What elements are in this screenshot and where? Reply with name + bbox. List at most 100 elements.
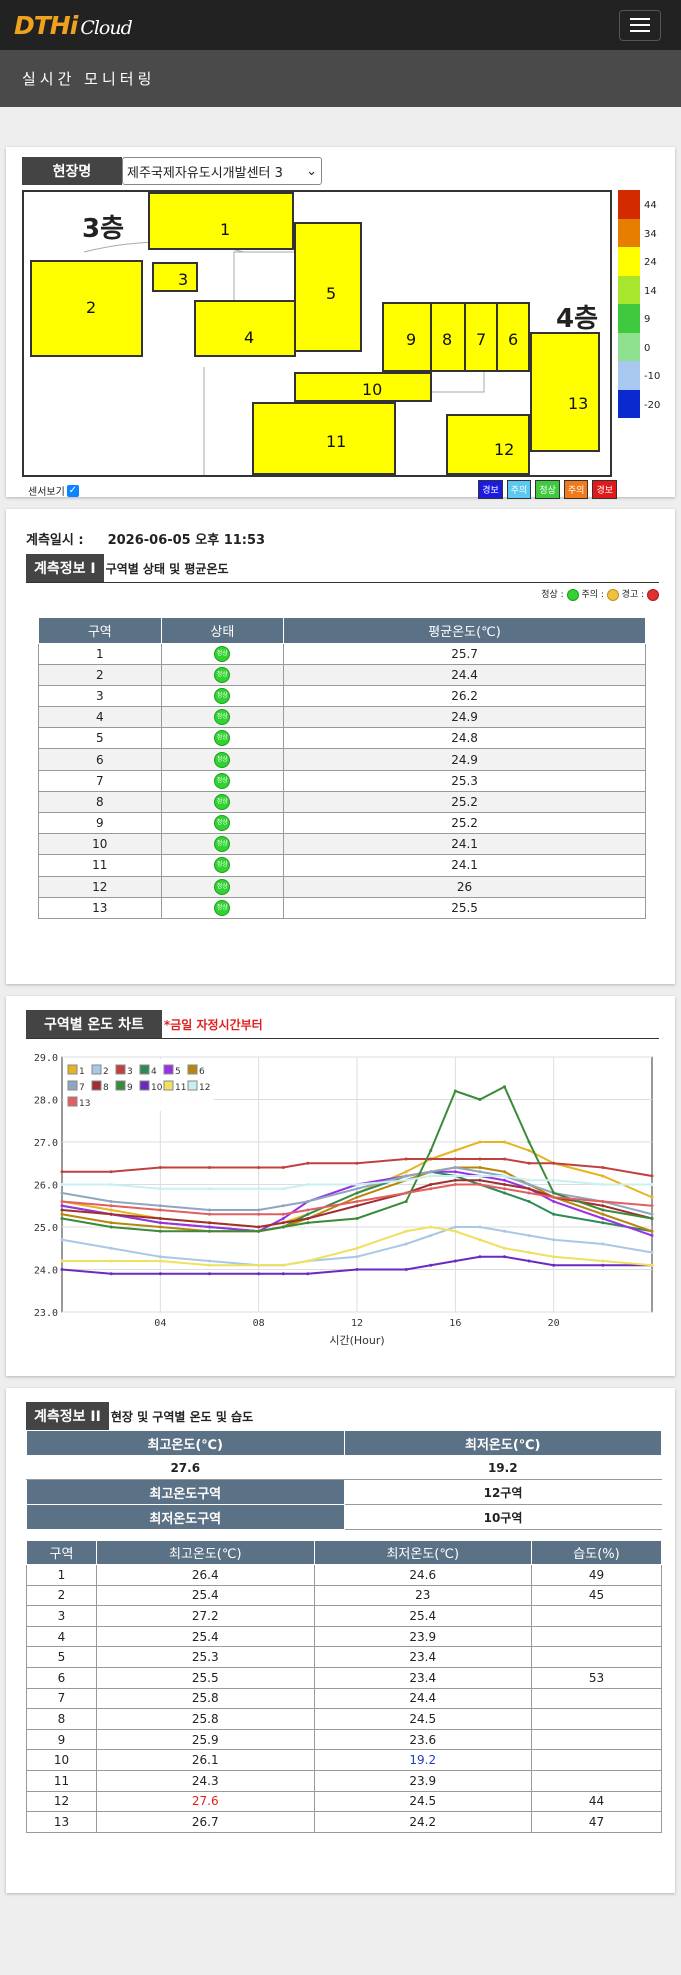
x-tick-label: 16 <box>449 1318 461 1329</box>
min-zone-value: 10구역 <box>344 1504 662 1530</box>
zone-11[interactable]: 11 <box>252 402 396 475</box>
data-point <box>306 1212 310 1216</box>
data-point <box>503 1157 506 1161</box>
table-row: 8 정상 25.2 <box>38 790 646 814</box>
data-point <box>478 1255 482 1259</box>
data-point <box>552 1191 556 1195</box>
legend-label: 1 <box>79 1067 85 1077</box>
zone-9[interactable]: 9 <box>382 302 432 372</box>
legend-label: 5 <box>175 1067 181 1077</box>
data-point <box>281 1221 285 1225</box>
data-point <box>208 1263 211 1267</box>
data-point <box>429 1170 433 1174</box>
zone-13[interactable]: 13 <box>530 332 600 452</box>
zone-12[interactable]: 12 <box>446 414 530 475</box>
site-select[interactable]: 제주국제자유도시개발센터 3 ⌄ <box>122 157 322 185</box>
zone-4[interactable]: 4 <box>194 300 296 357</box>
min-temp-cell: 23.9 <box>313 1625 532 1648</box>
legend-label: 3 <box>127 1067 133 1077</box>
data-point <box>552 1161 556 1165</box>
zone-8[interactable]: 8 <box>430 302 466 372</box>
zone-5[interactable]: 5 <box>294 222 362 352</box>
data-point <box>552 1200 556 1203</box>
data-point <box>60 1200 64 1203</box>
max-temp-cell: 26.1 <box>96 1749 315 1771</box>
brand-logo[interactable]: DTHi Cloud <box>14 11 133 40</box>
status-badge: 주의 <box>506 480 532 499</box>
site-max-value: 27.6 <box>26 1455 344 1480</box>
zone-2[interactable]: 2 <box>30 260 143 357</box>
data-point <box>60 1238 64 1242</box>
normal-status-icon: 정상 <box>214 899 231 916</box>
avg-temp-cell: 24.1 <box>283 833 646 856</box>
legend-swatch <box>67 1096 78 1107</box>
table-row: 8 25.8 24.5 <box>26 1708 662 1730</box>
max-temp-cell: 26.4 <box>96 1564 315 1586</box>
normal-status-icon: 정상 <box>214 709 231 726</box>
data-point <box>453 1174 457 1178</box>
humidity-cell <box>531 1646 662 1668</box>
legend-swatch <box>163 1080 174 1091</box>
data-point <box>503 1187 506 1191</box>
table-row: 7 25.8 24.4 <box>26 1687 662 1710</box>
data-point <box>650 1195 654 1199</box>
humidity-cell <box>531 1749 662 1771</box>
max-temp-cell: 25.5 <box>96 1666 315 1689</box>
zone-6[interactable]: 6 <box>496 302 530 372</box>
data-point <box>109 1200 113 1203</box>
floorplan-panel: 현장명 제주국제자유도시개발센터 3 ⌄ 3층 4층 1 2 3 4 5 6 7 … <box>6 147 675 499</box>
status-badge: 주의 <box>563 480 589 499</box>
data-point <box>257 1212 261 1216</box>
x-tick-label: 20 <box>548 1318 560 1329</box>
normal-status-icon: 정상 <box>214 730 231 747</box>
humidity-cell: 53 <box>531 1666 662 1689</box>
data-point <box>601 1263 605 1267</box>
zone-cell: 3 <box>38 684 162 708</box>
data-point <box>281 1263 285 1267</box>
zone-1[interactable]: 1 <box>148 192 294 250</box>
data-point <box>650 1204 654 1208</box>
data-point <box>503 1178 506 1182</box>
data-point <box>527 1183 531 1186</box>
normal-status-icon <box>566 588 579 601</box>
data-point <box>208 1259 211 1263</box>
zone-cell: 6 <box>26 1666 97 1689</box>
min-temp-cell: 24.2 <box>313 1811 532 1833</box>
sensor-toggle[interactable]: 센서보기 ✓ <box>28 483 79 498</box>
normal-status-icon: 정상 <box>214 751 231 768</box>
data-point <box>306 1259 310 1263</box>
normal-status-icon: 정상 <box>214 666 231 683</box>
hamburger-menu-button[interactable] <box>619 9 661 41</box>
avg-temp-cell: 26 <box>283 875 646 898</box>
zone-cell: 1 <box>38 642 162 665</box>
colorbar-swatch <box>618 361 640 390</box>
zone-10[interactable]: 10 <box>294 372 432 402</box>
table-row: 13 26.7 24.2 47 <box>26 1811 662 1833</box>
min-temp-cell: 23.4 <box>313 1666 532 1689</box>
normal-status-icon: 정상 <box>214 878 231 895</box>
data-point <box>552 1238 556 1242</box>
data-point <box>527 1191 531 1195</box>
data-point <box>503 1170 506 1174</box>
colorbar-label: 34 <box>644 228 657 240</box>
humidity-cell <box>531 1625 662 1648</box>
data-point <box>404 1157 408 1161</box>
avg-temp-cell: 25.2 <box>283 790 646 814</box>
max-zone-label: 최고온도구역 <box>26 1479 345 1505</box>
data-point <box>355 1183 359 1186</box>
data-point <box>281 1187 285 1191</box>
data-point <box>601 1212 605 1216</box>
col-avg-temp: 평균온도(℃) <box>283 616 646 644</box>
data-point <box>404 1200 408 1203</box>
chart-panel: 구역별 온도 차트 *금일 자정시간부터 29.0 28.0 27.0 26.0 25.… <box>6 996 675 1376</box>
zone-7[interactable]: 7 <box>464 302 498 372</box>
data-point <box>552 1195 556 1199</box>
temperature-line-chart[interactable]: 29.028.027.026.025.024.023.004 08 12 16 20시간… <box>22 1047 662 1372</box>
zone-3[interactable]: 3 <box>152 262 198 292</box>
checkbox-checked-icon[interactable]: ✓ <box>66 484 79 497</box>
data-point <box>552 1178 556 1182</box>
data-point <box>109 1208 113 1212</box>
floorplan-map[interactable]: 3층 4층 1 2 3 4 5 6 7 8 9 10 11 12 13 <box>22 190 612 477</box>
colorbar-swatch <box>618 190 640 219</box>
zone-cell: 10 <box>38 833 162 856</box>
